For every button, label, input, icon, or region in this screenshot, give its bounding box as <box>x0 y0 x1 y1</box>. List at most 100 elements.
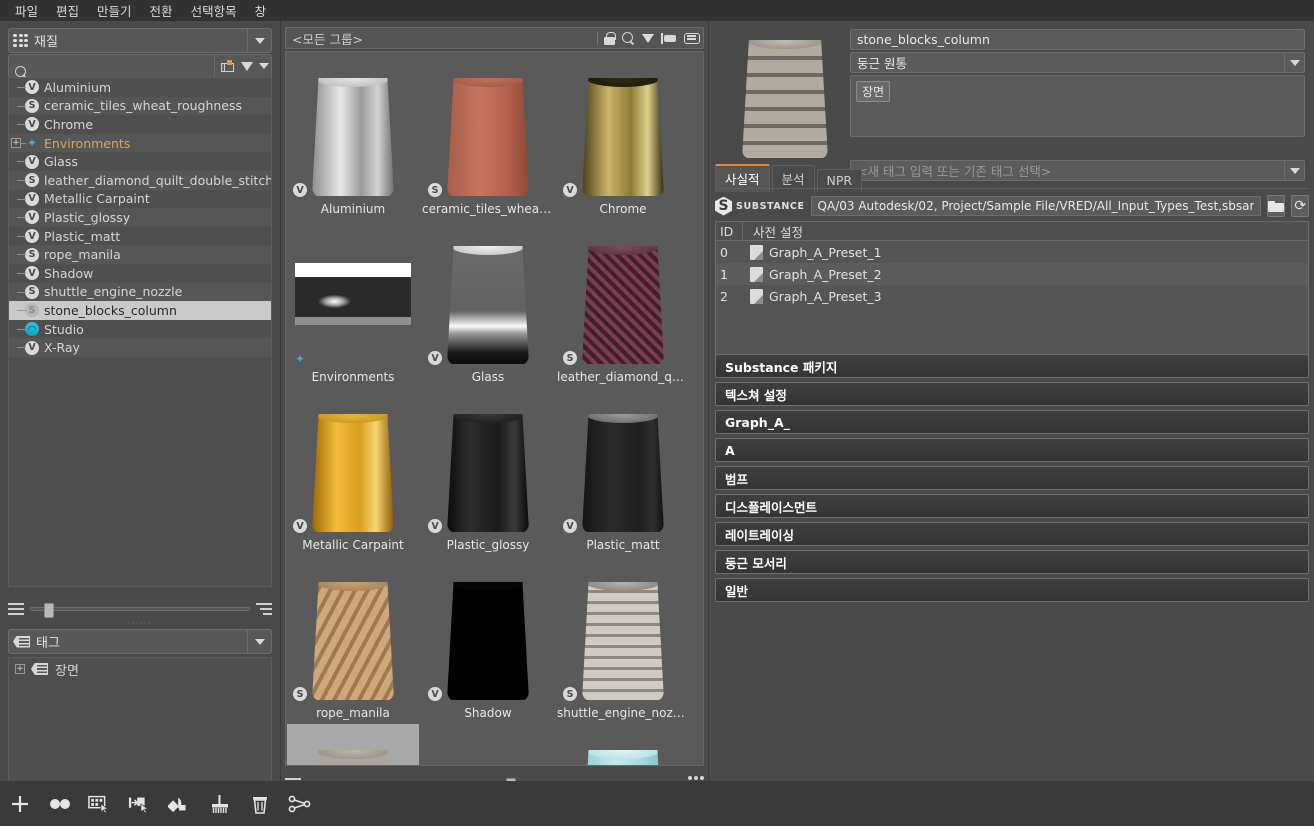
tree-item-shuttle-engine-nozzle[interactable]: S shuttle_engine_nozzle <box>9 283 271 302</box>
tree-item-environments[interactable]: + ✦ Environments <box>9 134 271 153</box>
material-thumbnail <box>295 728 411 766</box>
merge-materials-icon[interactable] <box>168 792 192 816</box>
filter-chevron-down-icon[interactable] <box>259 63 269 69</box>
list-view-icon[interactable] <box>8 603 24 615</box>
thumbnail-size-slider[interactable] <box>30 607 250 611</box>
tree-item-glass[interactable]: V Glass <box>9 152 271 171</box>
material-tile[interactable]: V Metallic Carpaint <box>287 388 419 556</box>
section-a[interactable]: A <box>715 438 1309 462</box>
middle-right-splitter[interactable] <box>708 21 709 781</box>
material-tile[interactable]: V Plastic_glossy <box>422 388 554 556</box>
slider-handle[interactable] <box>44 603 54 618</box>
filter-icon[interactable] <box>642 34 654 43</box>
tree-item-ceramic-tiles[interactable]: S ceramic_tiles_wheat_roughness <box>9 97 271 116</box>
menu-item-window[interactable]: 창 <box>246 0 276 22</box>
section-bump[interactable]: 범프 <box>715 466 1309 490</box>
section-displacement[interactable]: 디스플레이스먼트 <box>715 494 1309 518</box>
tag-input-field[interactable]: <새 태그 입력 또는 기존 태그 선택> <box>850 160 1305 181</box>
chevron-down-icon[interactable] <box>1284 53 1304 72</box>
reload-substance-button[interactable]: ⟳ <box>1291 195 1309 217</box>
preset-row[interactable]: 2 Graph_A_Preset_3 <box>716 285 1308 307</box>
chevron-down-icon[interactable] <box>1284 161 1304 180</box>
lock-icon[interactable] <box>604 32 615 45</box>
filter-icon[interactable] <box>241 62 253 71</box>
tree-item-rope-manila[interactable]: S rope_manila <box>9 245 271 264</box>
duplicate-icon[interactable] <box>48 792 72 816</box>
material-tree[interactable]: V Aluminium S ceramic_tiles_wheat_roughn… <box>8 77 272 587</box>
section-rounded-corners[interactable]: 둥근 모서리 <box>715 550 1309 574</box>
material-tile[interactable]: V Plastic_matt <box>557 388 689 556</box>
expand-plus-icon[interactable]: + <box>15 664 25 674</box>
clean-icon[interactable] <box>208 792 232 816</box>
substance-path-field[interactable]: QA/03 Autodesk/02, Project/Sample File/V… <box>811 196 1262 216</box>
group-filter-bar[interactable]: <모든 그룹> <box>285 27 704 49</box>
section-substance-package[interactable]: Substance 패키지 <box>715 354 1309 378</box>
menu-item-edit[interactable]: 편집 <box>47 0 88 22</box>
menu-item-convert[interactable]: 전환 <box>141 0 182 22</box>
material-tile[interactable]: S leather_diamond_quil... <box>557 220 689 388</box>
section-texture-settings[interactable]: 텍스쳐 설정 <box>715 382 1309 406</box>
menu-item-file[interactable]: 파일 <box>6 0 47 22</box>
list-icon[interactable] <box>684 33 700 44</box>
preset-row[interactable]: 1 Graph_A_Preset_2 <box>716 263 1308 285</box>
section-raytracing[interactable]: 레이트레이싱 <box>715 522 1309 546</box>
add-icon[interactable] <box>8 792 32 816</box>
s-substance-icon: S <box>25 248 39 262</box>
expand-plus-icon[interactable]: + <box>11 138 21 148</box>
menu-item-selection[interactable]: 선택항목 <box>182 0 246 22</box>
preset-file-icon <box>750 245 763 260</box>
preset-table[interactable]: ID 사전 설정 0 Graph_A_Preset_1 1 Graph_A_Pr… <box>715 221 1309 365</box>
menu-item-create[interactable]: 만들기 <box>88 0 141 22</box>
tree-item-x-ray[interactable]: V X-Ray <box>9 338 271 357</box>
material-tile[interactable]: V Aluminium <box>287 52 419 220</box>
material-tile-selected[interactable]: S stone_blocks_column <box>287 724 419 766</box>
pick-material-icon[interactable] <box>128 792 152 816</box>
material-tile-label: Plastic_matt <box>557 538 689 552</box>
tree-item-aluminium[interactable]: V Aluminium <box>9 78 271 97</box>
module-selector[interactable]: 재질 <box>8 28 272 53</box>
material-tile-label: Aluminium <box>287 202 419 216</box>
panel-resize-grip[interactable]: ······ <box>8 619 272 628</box>
material-tile[interactable]: V Shadow <box>422 556 554 724</box>
tree-item-leather-diamond-quilt[interactable]: S leather_diamond_quilt_double_stitch <box>9 171 271 190</box>
sort-icon[interactable] <box>256 603 272 615</box>
material-tile[interactable]: ✦ Environments <box>287 220 419 388</box>
description-chip[interactable]: 장면 <box>856 81 890 102</box>
material-tile[interactable]: S ceramic_tiles_wheat_r... <box>422 52 554 220</box>
tag-tree-item-scene[interactable]: + 장면 <box>9 658 271 680</box>
material-tile[interactable]: ◠ Studio <box>422 724 554 766</box>
tree-item-shadow[interactable]: V Shadow <box>9 264 271 283</box>
flag-icon[interactable] <box>661 33 677 44</box>
tree-item-plastic-glossy[interactable]: V Plastic_glossy <box>9 208 271 227</box>
apply-to-selection-icon[interactable] <box>88 792 112 816</box>
node-graph-icon[interactable] <box>288 792 312 816</box>
material-tile[interactable]: V Glass <box>422 220 554 388</box>
tree-item-metallic-carpaint[interactable]: V Metallic Carpaint <box>9 190 271 209</box>
search-input[interactable] <box>8 54 272 78</box>
section-graph-a[interactable]: Graph_A_ <box>715 410 1309 434</box>
chevron-down-icon[interactable] <box>247 630 271 653</box>
tree-item-plastic-matt[interactable]: V Plastic_matt <box>9 227 271 246</box>
open-substance-file-button[interactable] <box>1267 195 1285 217</box>
material-name-field[interactable]: stone_blocks_column <box>850 29 1305 50</box>
section-general[interactable]: 일반 <box>715 578 1309 602</box>
tag-selector[interactable]: 태그 <box>8 629 272 654</box>
material-tile[interactable]: S rope_manila <box>287 556 419 724</box>
delete-icon[interactable] <box>248 792 272 816</box>
studio-environment-icon: ◠ <box>25 322 39 336</box>
material-description-field[interactable]: 장면 <box>850 75 1305 137</box>
tree-item-chrome[interactable]: V Chrome <box>9 115 271 134</box>
material-tile[interactable]: V Chrome <box>557 52 689 220</box>
tree-item-stone-blocks-column[interactable]: S stone_blocks_column <box>9 301 271 320</box>
tag-tree[interactable]: + 장면 <box>8 657 272 787</box>
material-tile[interactable]: V X-Ray <box>557 724 689 766</box>
material-tile[interactable]: S shuttle_engine_nozzle <box>557 556 689 724</box>
search-icon[interactable] <box>622 32 635 45</box>
material-thumbnail-grid[interactable]: V Aluminium S ceramic_tiles_wheat_r... V… <box>285 51 704 766</box>
chevron-down-icon[interactable] <box>247 29 271 52</box>
new-folder-icon[interactable] <box>221 60 235 73</box>
tree-item-studio[interactable]: ◠ Studio <box>9 320 271 339</box>
preset-row[interactable]: 0 Graph_A_Preset_1 <box>716 241 1308 263</box>
material-type-dropdown[interactable]: 둥근 원통 <box>850 52 1305 73</box>
grid-dots-icon <box>13 34 28 47</box>
